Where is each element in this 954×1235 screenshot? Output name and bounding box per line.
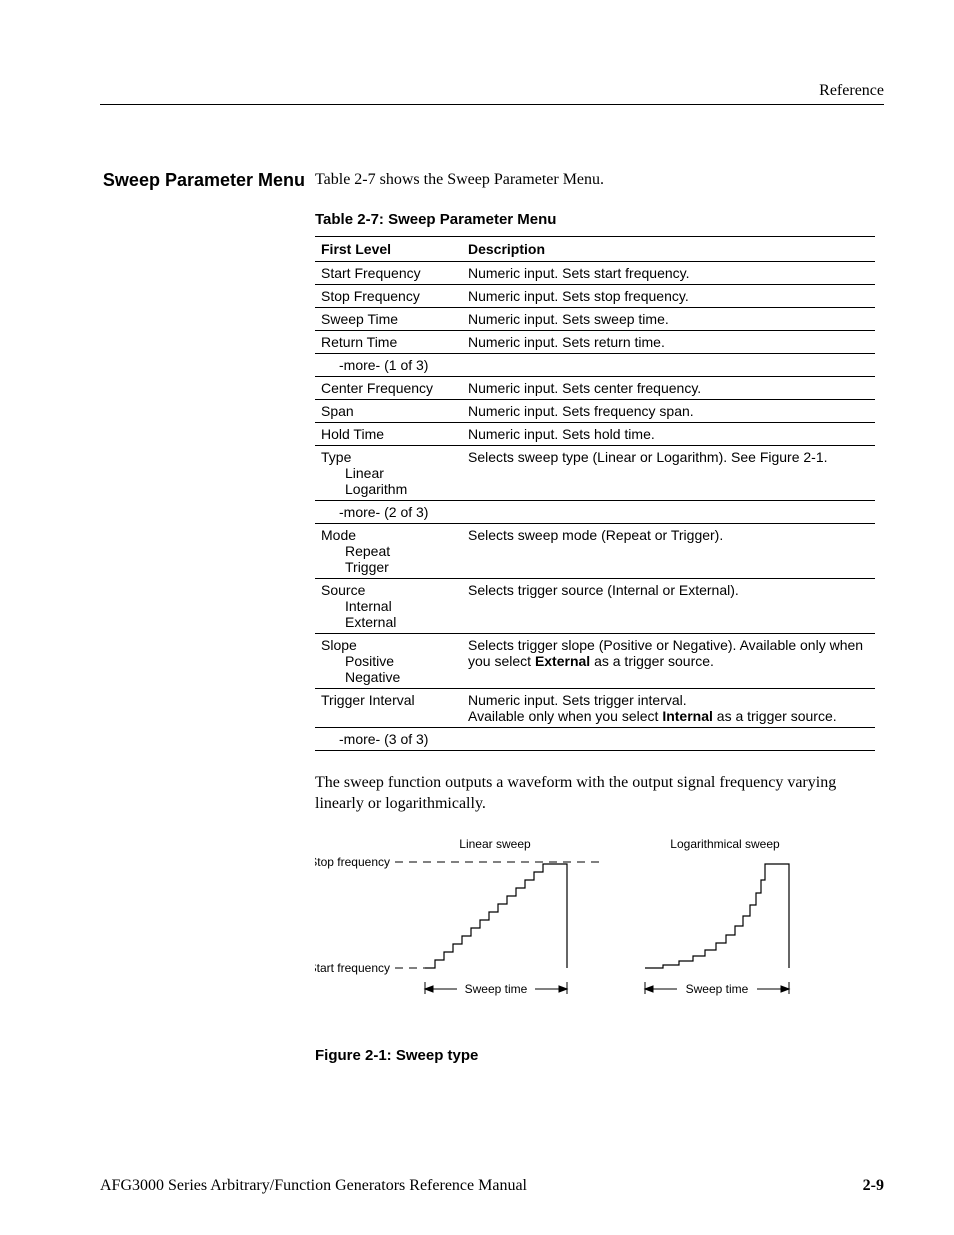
figure-label-start-freq: Start frequency	[315, 961, 390, 975]
cell-description	[462, 727, 875, 750]
cell-description: Numeric input. Sets center frequency.	[462, 376, 875, 399]
table-row: -more- (3 of 3)	[315, 727, 875, 750]
page-footer: AFG3000 Series Arbitrary/Function Genera…	[100, 1177, 884, 1195]
cell-description: Selects sweep type (Linear or Logarithm)…	[462, 445, 875, 500]
cell-first-level: Center Frequency	[315, 376, 462, 399]
cell-first-level: -more- (3 of 3)	[315, 727, 462, 750]
table-row: Sweep TimeNumeric input. Sets sweep time…	[315, 307, 875, 330]
cell-first-level: Sweep Time	[315, 307, 462, 330]
cell-description: Selects trigger slope (Positive or Negat…	[462, 633, 875, 688]
cell-first-level: TypeLinearLogarithm	[315, 445, 462, 500]
cell-description: Numeric input. Sets hold time.	[462, 422, 875, 445]
page: Reference Sweep Parameter Menu Table 2-7…	[0, 0, 954, 1235]
table-caption: Table 2-7: Sweep Parameter Menu	[315, 211, 884, 228]
after-table-paragraph: The sweep function outputs a waveform wi…	[315, 773, 884, 815]
cell-description: Numeric input. Sets trigger interval.Ava…	[462, 688, 875, 727]
table-row: TypeLinearLogarithmSelects sweep type (L…	[315, 445, 875, 500]
table-row: SpanNumeric input. Sets frequency span.	[315, 399, 875, 422]
col-description: Description	[462, 236, 875, 261]
table-row: Start FrequencyNumeric input. Sets start…	[315, 261, 875, 284]
table-row: Trigger IntervalNumeric input. Sets trig…	[315, 688, 875, 727]
cell-first-level: Return Time	[315, 330, 462, 353]
cell-first-level: ModeRepeatTrigger	[315, 523, 462, 578]
table-row: Center FrequencyNumeric input. Sets cent…	[315, 376, 875, 399]
intro-paragraph: Table 2-7 shows the Sweep Parameter Menu…	[315, 170, 884, 191]
cell-first-level: -more- (1 of 3)	[315, 353, 462, 376]
table-row: SourceInternalExternalSelects trigger so…	[315, 578, 875, 633]
figure-label-linear: Linear sweep	[459, 837, 531, 851]
cell-first-level: SlopePositiveNegative	[315, 633, 462, 688]
cell-description: Numeric input. Sets stop frequency.	[462, 284, 875, 307]
cell-description: Selects trigger source (Internal or Exte…	[462, 578, 875, 633]
table-row: -more- (2 of 3)	[315, 500, 875, 523]
table-row: ModeRepeatTriggerSelects sweep mode (Rep…	[315, 523, 875, 578]
figure-sweep-type: Linear sweep Logarithmical sweep Stop fr…	[315, 834, 884, 1029]
figure-label-log: Logarithmical sweep	[670, 837, 780, 851]
section-title: Sweep Parameter Menu	[100, 170, 315, 1072]
running-head: Reference	[819, 82, 884, 100]
footer-manual-title: AFG3000 Series Arbitrary/Function Genera…	[100, 1177, 527, 1195]
table-row: Stop FrequencyNumeric input. Sets stop f…	[315, 284, 875, 307]
cell-description: Numeric input. Sets return time.	[462, 330, 875, 353]
table-row: -more- (1 of 3)	[315, 353, 875, 376]
cell-description: Numeric input. Sets frequency span.	[462, 399, 875, 422]
col-first-level: First Level	[315, 236, 462, 261]
cell-first-level: Hold Time	[315, 422, 462, 445]
cell-first-level: Span	[315, 399, 462, 422]
table-row: Hold TimeNumeric input. Sets hold time.	[315, 422, 875, 445]
cell-description: Selects sweep mode (Repeat or Trigger).	[462, 523, 875, 578]
figure-label-sweep-time-2: Sweep time	[686, 982, 749, 996]
cell-first-level: Trigger Interval	[315, 688, 462, 727]
cell-first-level: Start Frequency	[315, 261, 462, 284]
figure-caption: Figure 2-1: Sweep type	[315, 1047, 884, 1064]
cell-description	[462, 353, 875, 376]
cell-first-level: Stop Frequency	[315, 284, 462, 307]
footer-page-number: 2-9	[863, 1177, 884, 1195]
cell-description: Numeric input. Sets start frequency.	[462, 261, 875, 284]
sweep-parameter-table: First Level Description Start FrequencyN…	[315, 236, 875, 751]
cell-description: Numeric input. Sets sweep time.	[462, 307, 875, 330]
cell-first-level: -more- (2 of 3)	[315, 500, 462, 523]
running-head-rule	[100, 104, 884, 105]
table-row: SlopePositiveNegativeSelects trigger slo…	[315, 633, 875, 688]
table-row: Return TimeNumeric input. Sets return ti…	[315, 330, 875, 353]
figure-label-sweep-time-1: Sweep time	[465, 982, 528, 996]
cell-description	[462, 500, 875, 523]
figure-label-stop-freq: Stop frequency	[315, 855, 390, 869]
cell-first-level: SourceInternalExternal	[315, 578, 462, 633]
